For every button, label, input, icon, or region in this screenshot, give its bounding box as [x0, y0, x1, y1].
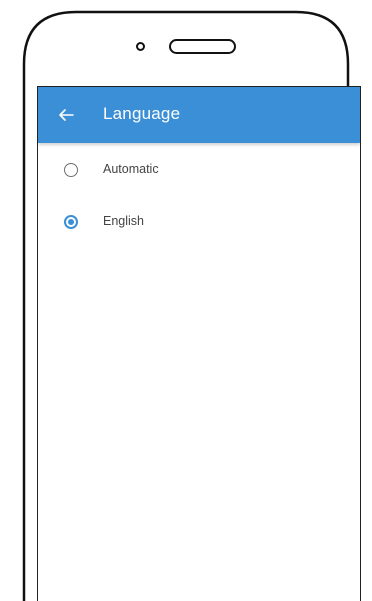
radio-selected-icon[interactable] [64, 215, 78, 229]
app-bar: Language [38, 87, 360, 143]
language-option-automatic[interactable]: Automatic [38, 149, 360, 193]
radio-unselected-icon[interactable] [64, 163, 78, 177]
page-title: Language [103, 104, 181, 123]
arrow-left-icon [59, 109, 74, 121]
back-button[interactable] [52, 101, 80, 129]
device-frame: Language Automatic English [0, 0, 372, 601]
option-label: Automatic [103, 162, 159, 176]
option-label: English [103, 214, 144, 228]
speaker-grille-icon [169, 39, 236, 54]
language-option-english[interactable]: English [38, 201, 360, 245]
front-camera-icon [136, 42, 145, 51]
app-screen: Language Automatic English [37, 86, 361, 601]
